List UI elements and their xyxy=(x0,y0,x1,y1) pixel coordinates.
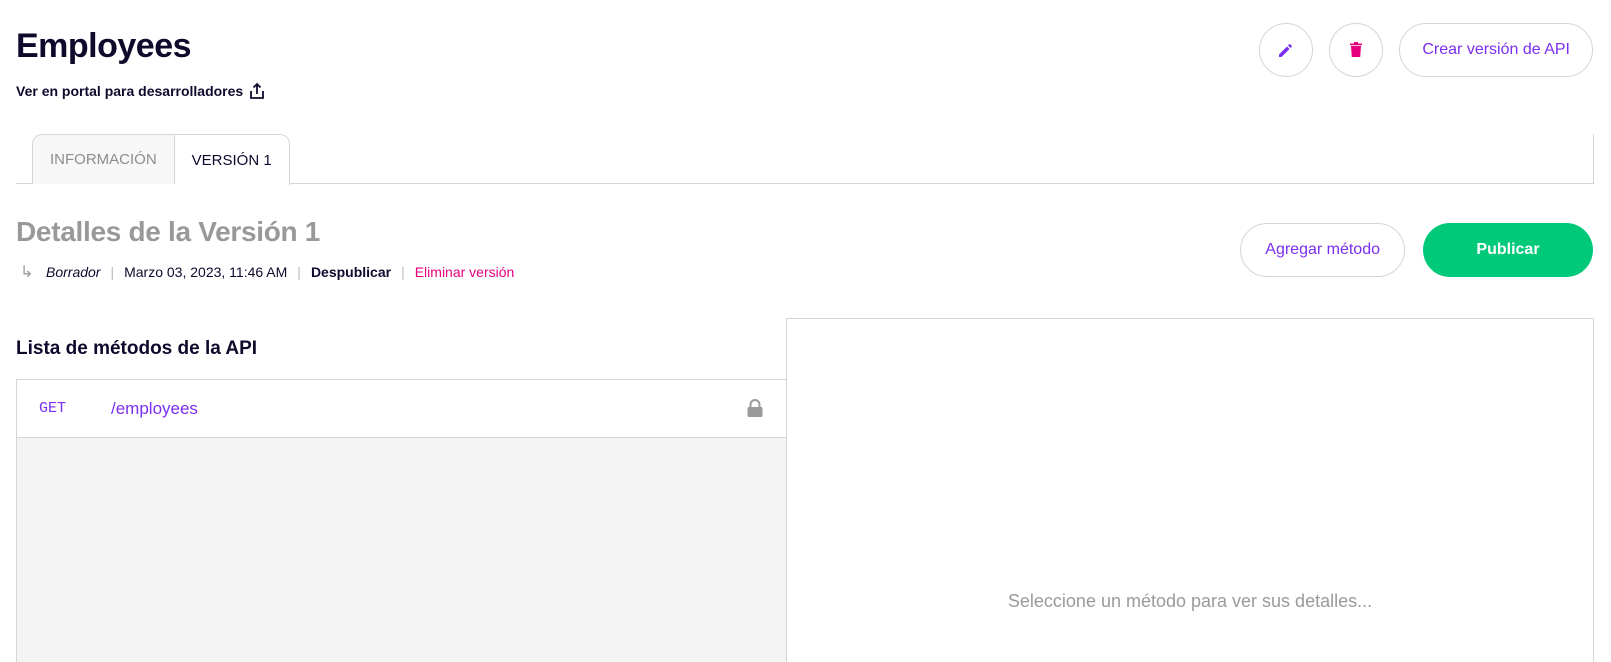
delete-version-link[interactable]: Eliminar versión xyxy=(415,264,515,280)
publish-button[interactable]: Publicar xyxy=(1423,223,1593,277)
version-title: Detalles de la Versión 1 xyxy=(16,216,321,247)
method-path: /employees xyxy=(111,398,198,418)
version-actions: Agregar método Publicar xyxy=(1240,223,1593,277)
share-icon xyxy=(250,82,265,99)
details-placeholder: Seleccione un método para ver sus detall… xyxy=(1007,591,1373,611)
tab-version-1[interactable]: VERSIÓN 1 xyxy=(174,134,290,185)
methods-list-heading: Lista de métodos de la API xyxy=(16,338,258,359)
pencil-icon xyxy=(1279,44,1293,57)
page-header: Employees xyxy=(16,26,192,66)
trash-icon xyxy=(1350,42,1363,57)
create-api-version-button[interactable]: Crear versión de API xyxy=(1399,23,1593,77)
meta-separator: | xyxy=(297,264,301,280)
version-date: Marzo 03, 2023, 11:46 AM xyxy=(124,264,288,280)
page-title: Employees xyxy=(16,27,192,65)
developer-portal-link-label: Ver en portal para desarrolladores xyxy=(16,83,244,99)
lock-icon xyxy=(747,399,763,417)
method-details-panel: Seleccione un método para ver sus detall… xyxy=(786,318,1594,662)
add-method-button[interactable]: Agregar método xyxy=(1240,223,1405,277)
edit-button[interactable] xyxy=(1259,23,1314,77)
methods-list: GET /employees xyxy=(16,379,787,662)
developer-portal-link[interactable]: Ver en portal para desarrolladores xyxy=(16,82,265,100)
tab-information[interactable]: INFORMACIÓN xyxy=(32,134,175,184)
header-actions: Crear versión de API xyxy=(1259,23,1593,77)
delete-button[interactable] xyxy=(1329,23,1384,77)
version-status: Borrador xyxy=(46,264,101,280)
tabs-bar: INFORMACIÓN VERSIÓN 1 xyxy=(16,134,1594,185)
unpublish-link[interactable]: Despublicar xyxy=(311,264,391,280)
meta-separator: | xyxy=(110,264,115,280)
tabs-bar-edge xyxy=(1593,134,1594,184)
method-verb: GET xyxy=(39,400,67,417)
method-row[interactable]: GET /employees xyxy=(17,380,787,438)
tab-list: INFORMACIÓN VERSIÓN 1 xyxy=(32,134,290,185)
meta-separator: | xyxy=(401,264,405,280)
version-meta: ↳ Borrador | Marzo 03, 2023, 11:46 AM | … xyxy=(20,262,514,282)
sub-arrow-icon: ↳ xyxy=(20,264,34,281)
